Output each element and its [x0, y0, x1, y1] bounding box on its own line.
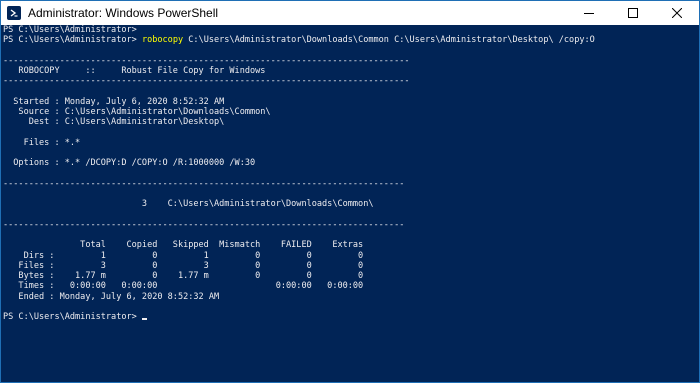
- summary-dirs-row: Dirs : 1 0 1 0 0 0: [3, 250, 364, 261]
- close-button[interactable]: [655, 1, 699, 25]
- window-controls: [567, 1, 699, 25]
- command-arguments: C:\Users\Administrator\Downloads\Common …: [183, 35, 595, 46]
- summary-header-row: Total Copied Skipped Mismatch FAILED Ext…: [3, 240, 364, 251]
- summary-files-row: Files : 3 0 3 0 0 0: [3, 260, 364, 271]
- minimize-icon: [584, 13, 594, 14]
- directory-count-line: 3 C:\Users\Administrator\Downloads\Commo…: [3, 199, 374, 210]
- separator-line: ----------------------------------------…: [3, 55, 410, 66]
- command-prompt: PS C:\Users\Administrator>: [3, 35, 137, 46]
- summary-bytes-row: Bytes : 1.77 m 0 1.77 m 0 0 0: [3, 271, 364, 281]
- command-name: robocopy: [141, 35, 184, 46]
- final-prompt-line[interactable]: PS C:\Users\Administrator>: [3, 312, 699, 322]
- text-cursor: [141, 318, 147, 320]
- powershell-icon: [7, 6, 21, 20]
- window-title: Administrator: Windows PowerShell: [28, 6, 219, 20]
- files-line: Files : *.*: [3, 137, 81, 148]
- title-bar[interactable]: Administrator: Windows PowerShell: [1, 1, 699, 25]
- console-output[interactable]: PS C:\Users\Administrator> PS C:\Users\A…: [1, 25, 699, 382]
- command-line: PS C:\Users\Administrator> robocopy C:\U…: [3, 35, 699, 45]
- options-line: Options : *.* /DCOPY:D /COPY:O /R:100000…: [3, 158, 256, 169]
- final-prompt: PS C:\Users\Administrator>: [3, 312, 137, 322]
- separator-line: ----------------------------------------…: [3, 178, 405, 189]
- powershell-window: Administrator: Windows PowerShell PS C:\…: [0, 0, 700, 383]
- summary-times-row: Times : 0:00:00 0:00:00 0:00:00 0:00:00: [3, 281, 364, 292]
- source-line: Source : C:\Users\Administrator\Download…: [3, 107, 271, 117]
- separator-line: ----------------------------------------…: [3, 76, 410, 87]
- robocopy-header: ROBOCOPY :: Robust File Copy for Windows: [3, 66, 266, 76]
- ended-line: Ended : Monday, July 6, 2020 8:52:32 AM: [3, 291, 220, 302]
- console-line: PS C:\Users\Administrator>: [3, 25, 137, 35]
- separator-line: ----------------------------------------…: [3, 219, 405, 230]
- started-line: Started : Monday, July 6, 2020 8:52:32 A…: [3, 96, 225, 107]
- close-icon: [672, 8, 682, 18]
- minimize-button[interactable]: [567, 1, 611, 25]
- maximize-icon: [628, 8, 638, 18]
- dest-line: Dest : C:\Users\Administrator\Desktop\: [3, 117, 225, 128]
- maximize-button[interactable]: [611, 1, 655, 25]
